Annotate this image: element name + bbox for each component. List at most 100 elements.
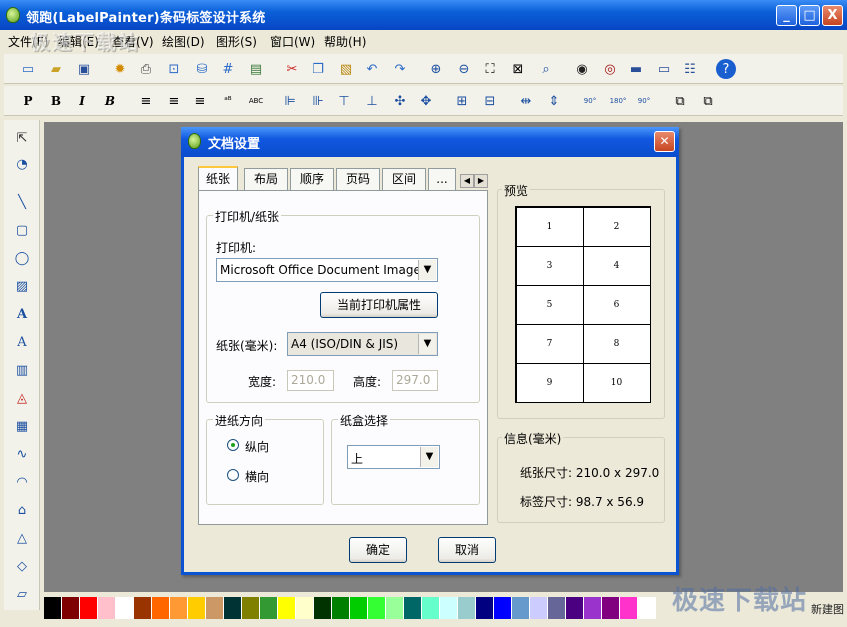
color-swatch[interactable] <box>98 597 116 619</box>
color-swatch[interactable] <box>530 597 548 619</box>
align-objects-right-icon[interactable]: ⊪ <box>308 91 328 111</box>
print-icon[interactable]: ⎙ <box>136 59 156 79</box>
dialog-close-button[interactable]: ✕ <box>654 131 675 152</box>
align-objects-left-icon[interactable]: ⊫ <box>280 91 300 111</box>
undo-icon[interactable]: ↶ <box>362 59 382 79</box>
menu-window[interactable]: 窗口(W) <box>270 33 315 50</box>
color-swatch[interactable] <box>278 597 296 619</box>
distribute-horizontal-icon[interactable]: ⇹ <box>516 91 536 111</box>
ellipse-tool-icon[interactable]: ◯ <box>12 248 32 268</box>
tab-scroll-right-icon[interactable]: ▶ <box>474 174 488 188</box>
zoom-actual-icon[interactable]: ⌕ <box>536 59 556 79</box>
tab-range[interactable]: 区间 <box>382 168 426 190</box>
help-icon[interactable]: ? <box>716 59 736 79</box>
align-right-icon[interactable]: ≡ <box>190 91 210 111</box>
color-swatch[interactable] <box>80 597 98 619</box>
diamond-tool-icon[interactable]: ◇ <box>12 556 32 576</box>
print-preview-icon[interactable]: ⊡ <box>164 59 184 79</box>
color-swatch[interactable] <box>260 597 278 619</box>
color-swatch[interactable] <box>476 597 494 619</box>
cancel-button[interactable]: 取消 <box>438 537 496 563</box>
tab-order[interactable]: 顺序 <box>290 168 334 190</box>
align-left-icon[interactable]: ≡ <box>136 91 156 111</box>
outline-text-tool-icon[interactable]: A <box>12 332 32 352</box>
color-swatch[interactable] <box>620 597 638 619</box>
color-swatch[interactable] <box>44 597 62 619</box>
grid-icon[interactable]: # <box>218 59 238 79</box>
cut-icon[interactable]: ✂ <box>282 59 302 79</box>
show-eye-icon[interactable]: ◉ <box>572 59 592 79</box>
select-pointer-icon[interactable]: ⇱ <box>12 128 32 148</box>
send-back-icon[interactable]: ⧉ <box>698 91 718 111</box>
fit-page-icon[interactable]: ⛶ <box>480 59 500 79</box>
middle-objects-icon[interactable]: ✥ <box>416 91 436 111</box>
color-swatch[interactable] <box>188 597 206 619</box>
rotate-180-icon[interactable]: 180° <box>608 91 628 111</box>
pan-tool-icon[interactable]: ◔ <box>12 154 32 174</box>
color-swatch[interactable] <box>584 597 602 619</box>
line-tool-icon[interactable]: ╲ <box>12 192 32 212</box>
center-horizontal-icon[interactable]: ⊞ <box>452 91 472 111</box>
image-tool-icon[interactable]: ▨ <box>12 276 32 296</box>
barcode-tool-icon[interactable]: ▥ <box>12 360 32 380</box>
ok-button[interactable]: 确定 <box>349 537 407 563</box>
bold-italic-button[interactable]: B <box>100 91 120 111</box>
abc-text-button[interactable]: ABC <box>244 91 268 111</box>
color-swatch[interactable] <box>440 597 458 619</box>
color-swatch[interactable] <box>206 597 224 619</box>
parallelogram-tool-icon[interactable]: ▱ <box>12 584 32 604</box>
printer-properties-button[interactable]: 当前打印机属性 <box>320 292 438 318</box>
distribute-vertical-icon[interactable]: ⇕ <box>544 91 564 111</box>
polygon-tool-icon[interactable]: ⌂ <box>12 500 32 520</box>
italic-button[interactable]: I <box>72 91 92 111</box>
color-swatch[interactable] <box>332 597 350 619</box>
database-icon[interactable]: ⛁ <box>192 59 212 79</box>
color-swatch[interactable] <box>638 597 656 619</box>
settings-gear-icon[interactable]: ✹ <box>110 59 130 79</box>
open-folder-icon[interactable]: ▰ <box>46 59 66 79</box>
save-icon[interactable]: ▣ <box>74 59 94 79</box>
color-swatch[interactable] <box>422 597 440 619</box>
color-swatch[interactable] <box>296 597 314 619</box>
bold-button[interactable]: B <box>46 91 66 111</box>
color-swatch[interactable] <box>458 597 476 619</box>
zoom-out-icon[interactable]: ⊖ <box>454 59 474 79</box>
color-swatch[interactable] <box>548 597 566 619</box>
tray-select[interactable]: 上 ▼ <box>347 445 440 469</box>
color-swatch[interactable] <box>566 597 584 619</box>
text-spacing-icon[interactable]: ᵃᴮ <box>218 91 238 111</box>
color-swatch[interactable] <box>350 597 368 619</box>
lock-icon[interactable]: ▬ <box>626 59 646 79</box>
color-swatch[interactable] <box>170 597 188 619</box>
tab-layout[interactable]: 布局 <box>244 168 288 190</box>
height-field[interactable]: 297.0 <box>392 370 438 391</box>
properties-icon[interactable]: ☷ <box>680 59 700 79</box>
fit-width-icon[interactable]: ⊠ <box>508 59 528 79</box>
printer-select[interactable]: Microsoft Office Document Image ... ▼ <box>216 258 438 282</box>
triangle-tool-icon[interactable]: △ <box>12 528 32 548</box>
rotate-90-icon[interactable]: 90° <box>580 91 600 111</box>
rotate-270-icon[interactable]: 90° <box>634 91 654 111</box>
color-swatch[interactable] <box>494 597 512 619</box>
tab-more[interactable]: ... <box>428 168 456 190</box>
color-swatch[interactable] <box>134 597 152 619</box>
close-window-button[interactable]: X <box>822 5 843 26</box>
redo-icon[interactable]: ↷ <box>390 59 410 79</box>
color-swatch[interactable] <box>152 597 170 619</box>
color-swatch[interactable] <box>512 597 530 619</box>
tab-scroll-left-icon[interactable]: ◀ <box>460 174 474 188</box>
menu-draw[interactable]: 绘图(D) <box>162 33 205 50</box>
color-swatch[interactable] <box>386 597 404 619</box>
paste-icon[interactable]: ▧ <box>336 59 356 79</box>
align-objects-bottom-icon[interactable]: ⊥ <box>362 91 382 111</box>
menu-shape[interactable]: 图形(S) <box>216 33 257 50</box>
align-objects-top-icon[interactable]: ⊤ <box>334 91 354 111</box>
rectangle-tool-icon[interactable]: ▢ <box>12 220 32 240</box>
center-vertical-icon[interactable]: ⊟ <box>480 91 500 111</box>
color-swatch[interactable] <box>62 597 80 619</box>
center-objects-icon[interactable]: ✣ <box>390 91 410 111</box>
align-center-icon[interactable]: ≡ <box>164 91 184 111</box>
new-file-icon[interactable]: ▭ <box>18 59 38 79</box>
portrait-radio[interactable] <box>227 439 239 451</box>
landscape-radio[interactable] <box>227 469 239 481</box>
